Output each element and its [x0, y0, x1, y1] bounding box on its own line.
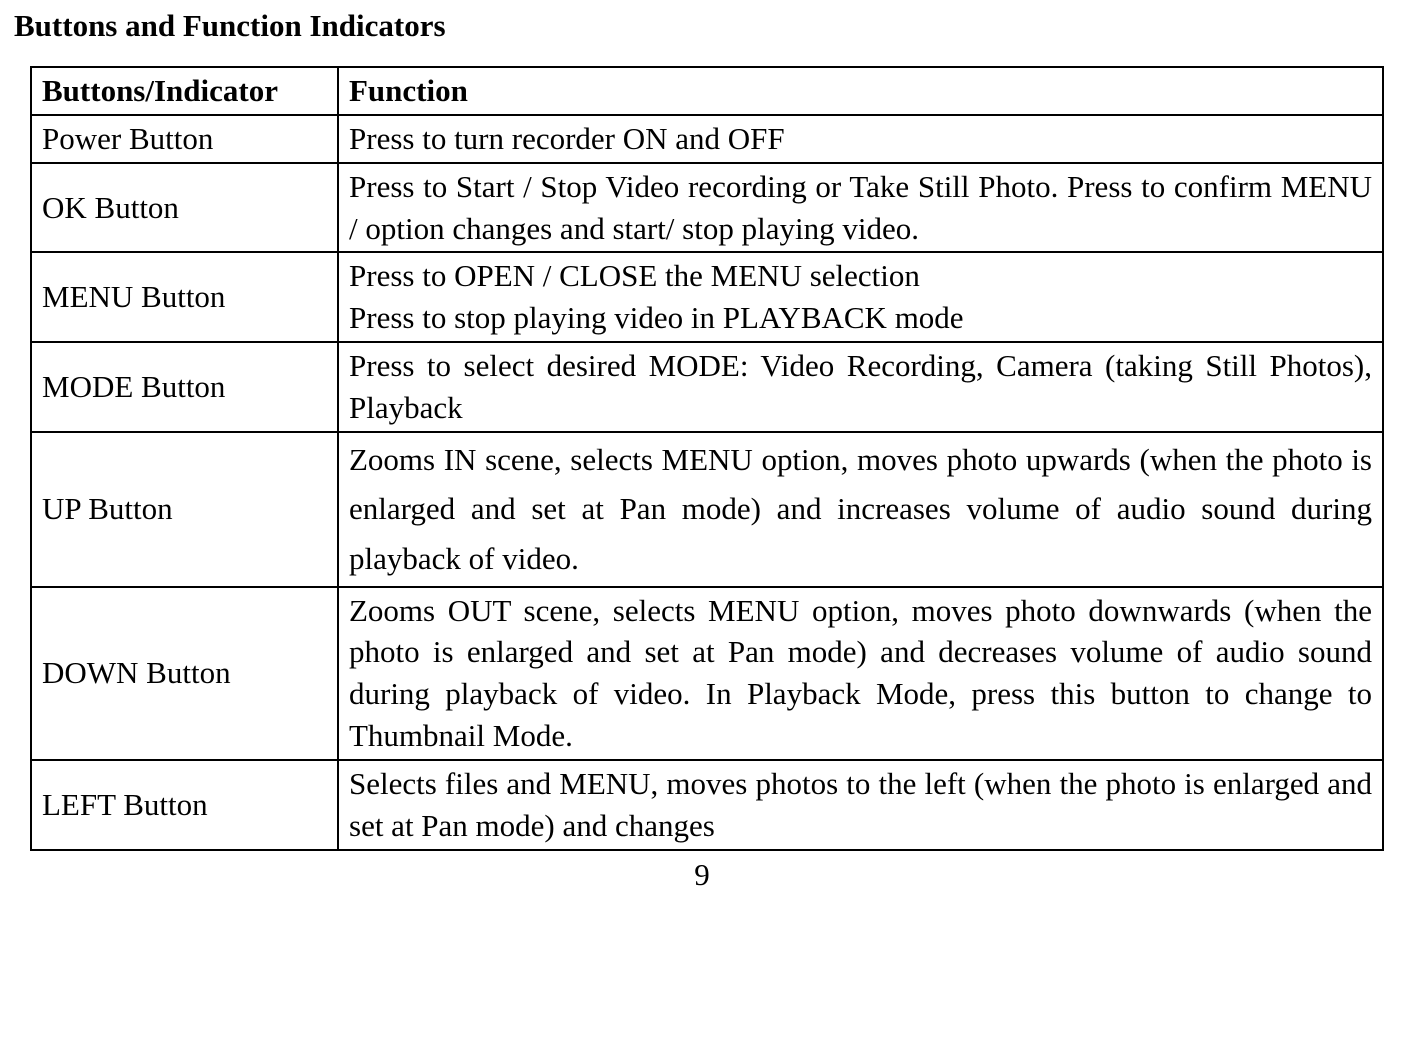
table-header-row: Buttons/Indicator Function	[31, 67, 1383, 115]
cell-function-desc: Press to Start / Stop Video recording or…	[338, 163, 1383, 253]
cell-button-label: DOWN Button	[31, 587, 338, 760]
cell-function-desc: Zooms IN scene, selects MENU option, mov…	[338, 432, 1383, 587]
table-row: LEFT Button Selects files and MENU, move…	[31, 760, 1383, 850]
table-row: DOWN Button Zooms OUT scene, selects MEN…	[31, 587, 1383, 760]
cell-function-desc: Press to OPEN / CLOSE the MENU selection…	[338, 252, 1383, 342]
header-function: Function	[338, 67, 1383, 115]
cell-button-label: MODE Button	[31, 342, 338, 432]
cell-function-line: Press to OPEN / CLOSE the MENU selection	[349, 255, 1372, 297]
cell-function-desc: Press to select desired MODE: Video Reco…	[338, 342, 1383, 432]
table-row: OK Button Press to Start / Stop Video re…	[31, 163, 1383, 253]
cell-function-line: Press to stop playing video in PLAYBACK …	[349, 297, 1372, 339]
table-row: MODE Button Press to select desired MODE…	[31, 342, 1383, 432]
cell-button-label: MENU Button	[31, 252, 338, 342]
cell-function-desc: Selects files and MENU, moves photos to …	[338, 760, 1383, 850]
cell-button-label: Power Button	[31, 115, 338, 163]
cell-button-label: OK Button	[31, 163, 338, 253]
page-number: 9	[14, 857, 1390, 893]
buttons-table: Buttons/Indicator Function Power Button …	[30, 66, 1384, 851]
cell-function-desc: Press to turn recorder ON and OFF	[338, 115, 1383, 163]
header-buttons: Buttons/Indicator	[31, 67, 338, 115]
table-row: Power Button Press to turn recorder ON a…	[31, 115, 1383, 163]
cell-button-label: LEFT Button	[31, 760, 338, 850]
table-row: MENU Button Press to OPEN / CLOSE the ME…	[31, 252, 1383, 342]
table-row: UP Button Zooms IN scene, selects MENU o…	[31, 432, 1383, 587]
page-title: Buttons and Function Indicators	[14, 8, 1390, 44]
cell-button-label: UP Button	[31, 432, 338, 587]
cell-function-desc: Zooms OUT scene, selects MENU option, mo…	[338, 587, 1383, 760]
